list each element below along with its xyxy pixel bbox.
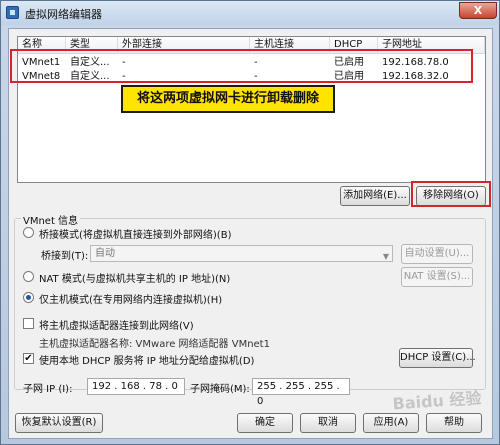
annotation-callout: 将这两项虚拟网卡进行卸载删除	[121, 85, 335, 113]
apply-button[interactable]: 应用(A)	[363, 413, 419, 433]
dhcp-settings-button[interactable]: DHCP 设置(C)...	[399, 348, 476, 368]
close-button[interactable]: X	[459, 2, 497, 19]
annotation-highlight-rows	[10, 49, 473, 83]
nat-mode-label: NAT 模式(与虚拟机共享主机的 IP 地址)(N)	[39, 274, 231, 285]
title-bar[interactable]: 虚拟网络编辑器 X	[1, 1, 499, 25]
bridge-to-label: 桥接到(T):	[41, 251, 89, 262]
use-dhcp-checkbox[interactable]: ✔	[23, 353, 34, 364]
use-dhcp-label: 使用本地 DHCP 服务将 IP 地址分配给虚拟机(D)	[39, 356, 255, 367]
auto-settings-button[interactable]: 自动设置(U)...	[401, 244, 473, 264]
connect-host-adapter-checkbox[interactable]	[23, 318, 34, 329]
restore-defaults-button[interactable]: 恢复默认设置(R)	[15, 413, 103, 433]
vmnet-info-label: VMnet 信息	[21, 212, 81, 227]
host-adapter-name: 主机虚拟适配器名称: VMware 网络适配器 VMnet1	[39, 339, 270, 350]
bridge-to-value: 自动	[95, 248, 115, 259]
chevron-down-icon: ▼	[382, 252, 389, 261]
annotation-highlight-remove	[411, 181, 491, 207]
bridge-mode-label: 桥接模式(将虚拟机直接连接到外部网络)(B)	[39, 230, 232, 241]
add-network-button[interactable]: 添加网络(E)...	[340, 186, 410, 206]
app-icon	[6, 6, 19, 19]
subnet-ip-input[interactable]: 192 . 168 . 78 . 0	[87, 378, 185, 395]
virtual-network-editor-window: 虚拟网络编辑器 X 名称 类型 外部连接 主机连接 DHCP 子网地址 VMne…	[0, 0, 500, 445]
help-button[interactable]: 帮助	[426, 413, 482, 433]
subnet-ip-label: 子网 IP (I):	[23, 384, 73, 395]
host-only-mode-label: 仅主机模式(在专用网络内连接虚拟机)(H)	[39, 295, 223, 306]
cancel-button[interactable]: 取消	[300, 413, 356, 433]
nat-settings-button[interactable]: NAT 设置(S)...	[401, 267, 473, 287]
ok-button[interactable]: 确定	[237, 413, 293, 433]
window-title: 虚拟网络编辑器	[25, 8, 102, 21]
bridge-mode-radio[interactable]	[23, 227, 34, 238]
connect-host-adapter-label: 将主机虚拟适配器连接到此网络(V)	[39, 321, 194, 332]
subnet-mask-label: 子网掩码(M):	[190, 384, 250, 395]
bridge-to-select[interactable]: 自动 ▼	[90, 245, 393, 262]
host-only-mode-radio[interactable]	[23, 292, 34, 303]
nat-mode-radio[interactable]	[23, 271, 34, 282]
subnet-mask-input[interactable]: 255 . 255 . 255 . 0	[252, 378, 350, 407]
